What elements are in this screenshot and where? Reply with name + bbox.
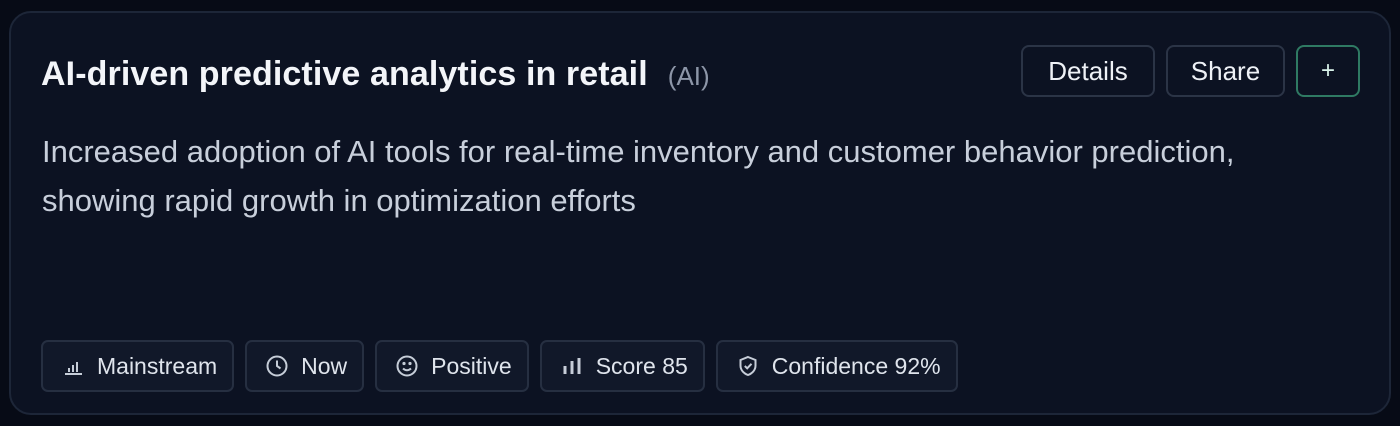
chip-row: Mainstream Now Positive Score 85 Confide… — [41, 340, 958, 392]
chip-score: Score 85 — [539, 340, 705, 392]
chip-sentiment: Positive — [375, 340, 529, 392]
chip-label: Confidence 92% — [771, 352, 941, 379]
bar-chart-small-icon — [61, 354, 85, 378]
chip-maturity: Mainstream — [41, 340, 235, 392]
card-title: AI-driven predictive analytics in retail — [41, 55, 648, 93]
chip-confidence: Confidence 92% — [715, 340, 958, 392]
share-button[interactable]: Share — [1166, 45, 1285, 97]
title-row: AI-driven predictive analytics in retail… — [41, 55, 710, 94]
card-description: Increased adoption of AI tools for real-… — [42, 134, 1235, 218]
add-button[interactable]: + — [1296, 45, 1360, 97]
bar-chart-icon — [560, 354, 584, 378]
smiley-icon — [395, 354, 419, 378]
chip-label: Mainstream — [97, 352, 218, 379]
chip-label: Score 85 — [595, 352, 688, 379]
shield-check-icon — [736, 354, 760, 378]
clock-icon — [265, 354, 289, 378]
category-tag: (AI) — [667, 61, 710, 91]
chip-label: Now — [301, 352, 348, 379]
chip-label: Positive — [431, 352, 512, 379]
chip-timing: Now — [245, 340, 365, 392]
trend-card: AI-driven predictive analytics in retail… — [9, 11, 1391, 415]
details-button[interactable]: Details — [1021, 45, 1155, 97]
card-actions: Details Share + — [1021, 45, 1360, 97]
